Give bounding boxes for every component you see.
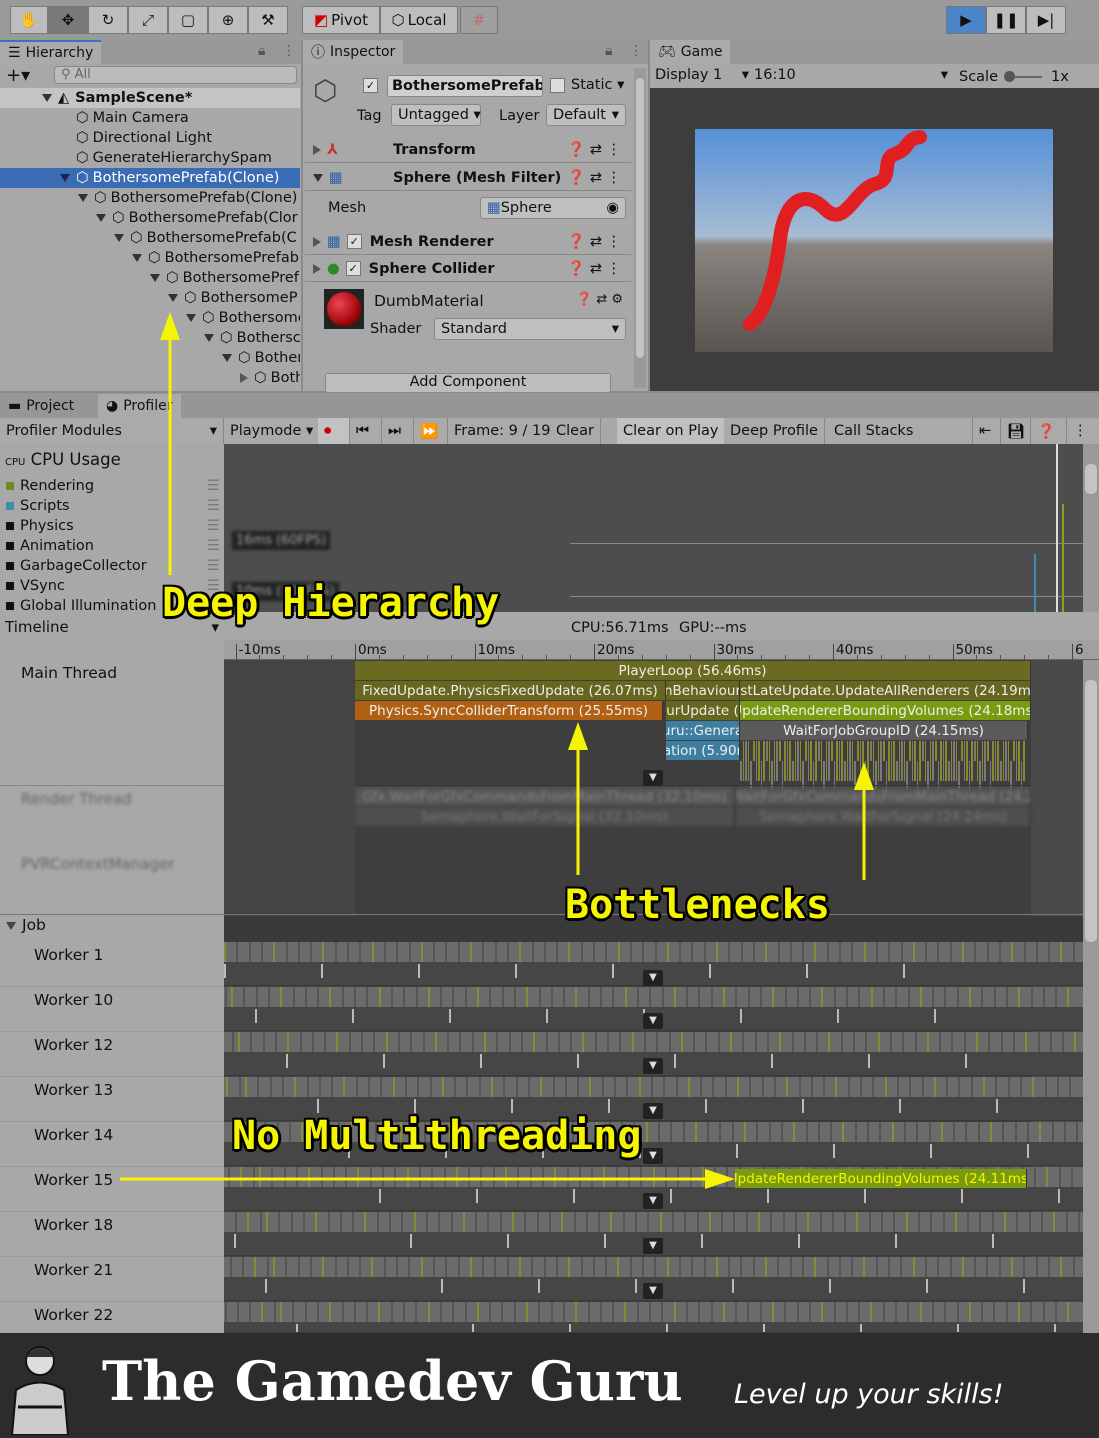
annotation-deep-hierarchy: Deep Hierarchy <box>162 580 500 626</box>
arrow-up-icon <box>568 722 588 750</box>
brand-tagline: Level up your skills! <box>734 1379 1004 1410</box>
annotation-no-multithreading: No Multithreading <box>232 1113 642 1159</box>
annotation-arrows <box>120 312 874 1189</box>
arrow-up-icon <box>854 762 874 790</box>
brand-title: The Gamedev Guru <box>102 1349 683 1413</box>
arrow-up-icon <box>160 312 180 340</box>
arrow-right-icon <box>705 1169 735 1189</box>
footer-banner: The Gamedev Guru Level up your skills! <box>0 1333 1099 1438</box>
guru-avatar-logo <box>10 1346 70 1435</box>
annotation-bottlenecks: Bottlenecks <box>565 882 830 928</box>
